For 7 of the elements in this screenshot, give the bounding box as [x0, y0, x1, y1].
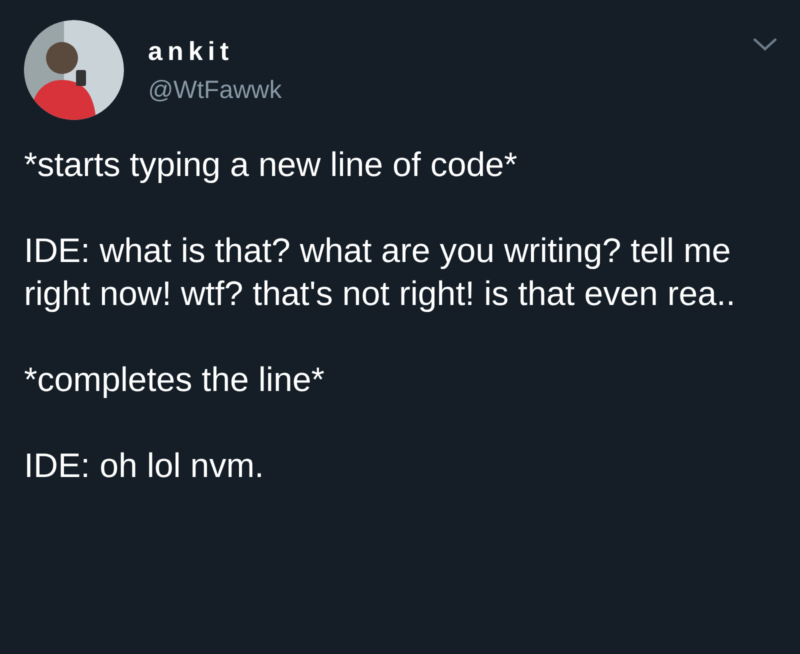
author-handle: @WtFawwk	[148, 75, 283, 106]
tweet-paragraph: IDE: oh lol nvm.	[24, 446, 265, 487]
tweet-paragraph: IDE: what is that? what are you writing? tell me right now! wtf? that's not right! is that even rea..	[24, 231, 736, 315]
tweet-paragraph: *completes the line*	[24, 360, 326, 401]
chevron-down-icon[interactable]	[752, 36, 778, 52]
tweet-paragraph: *starts typing a new line of code*	[24, 145, 518, 186]
author-name: ankit	[148, 36, 235, 68]
